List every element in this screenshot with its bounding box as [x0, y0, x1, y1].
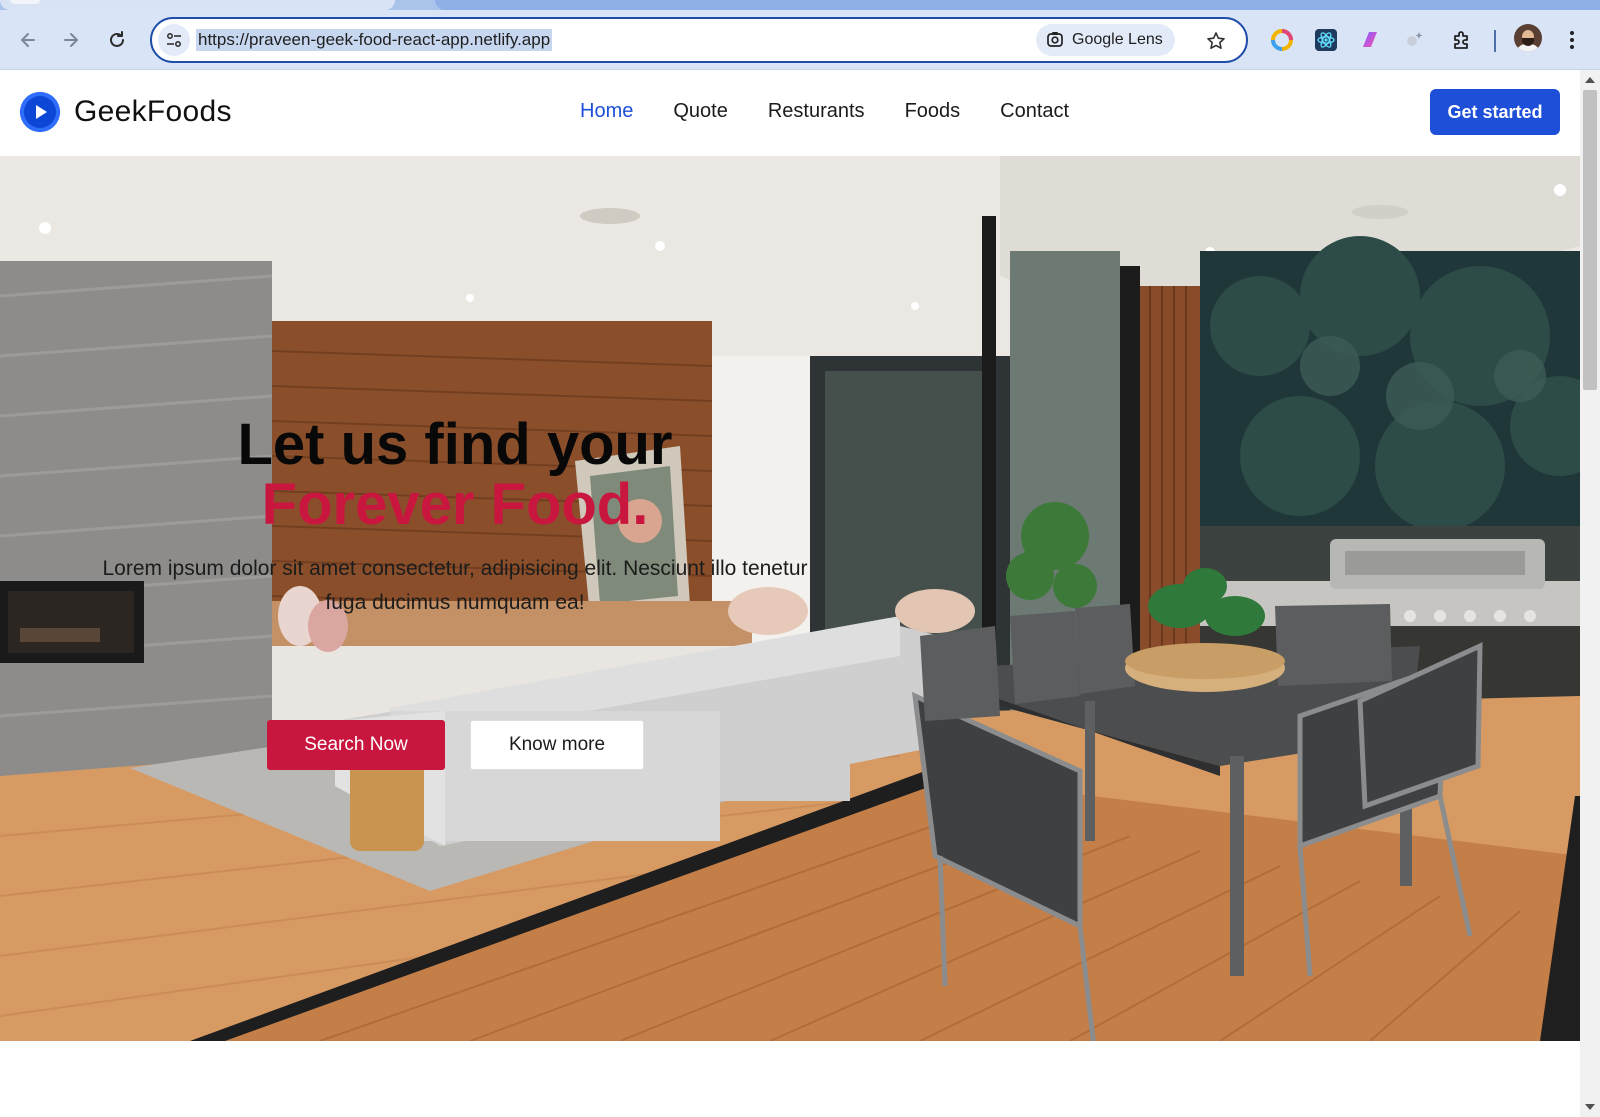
reload-button[interactable] — [101, 24, 133, 56]
know-more-button[interactable]: Know more — [470, 720, 644, 770]
back-arrow-icon — [21, 33, 35, 47]
sparkle-extension[interactable] — [1400, 26, 1428, 54]
back-button[interactable] — [12, 24, 44, 56]
react-devtools-icon — [1315, 29, 1337, 51]
profile-avatar[interactable] — [1514, 24, 1542, 52]
tab-strip — [0, 0, 1600, 10]
url-text[interactable]: https://praveen-geek-food-react-app.netl… — [196, 29, 553, 51]
hero-content: Let us find your Forever Food. Lorem ips… — [0, 156, 920, 1041]
lens-icon — [1047, 32, 1063, 47]
tab-active[interactable] — [435, 0, 1600, 10]
google-lens-label: Google Lens — [1072, 31, 1163, 48]
forward-arrow-icon — [64, 33, 78, 47]
hero-title-line1: Let us find your — [237, 412, 673, 477]
reload-icon — [110, 31, 124, 47]
search-now-button[interactable]: Search Now — [267, 720, 445, 770]
kebab-menu-icon — [1570, 31, 1574, 49]
scroll-up-arrow-icon[interactable] — [1585, 77, 1595, 83]
browser-menu-button[interactable] — [1558, 26, 1586, 54]
react-devtools-extension[interactable] — [1312, 26, 1340, 54]
tab-indicator — [10, 0, 40, 4]
hero-lead-text: Lorem ipsum dolor sit amet consectetur, … — [102, 557, 808, 614]
address-bar[interactable]: https://praveen-geek-food-react-app.netl… — [150, 17, 1248, 63]
tune-icon — [166, 32, 182, 48]
star-icon — [1207, 32, 1225, 49]
hero-section: Let us find your Forever Food. Lorem ips… — [0, 156, 1580, 1041]
hero-title-line2: Forever Food. — [261, 472, 649, 537]
color-wheel-icon — [1271, 29, 1293, 51]
google-lens-button[interactable]: Google Lens — [1036, 24, 1175, 56]
extensions-menu-button[interactable] — [1448, 26, 1476, 54]
page-viewport: GeekFoods Home Quote Resturants Foods Co… — [0, 70, 1580, 1117]
gradient-extension[interactable] — [1356, 26, 1384, 54]
brand-name: GeekFoods — [74, 95, 232, 128]
play-logo-icon — [20, 92, 60, 132]
puzzle-icon — [1454, 31, 1468, 49]
bookmark-button[interactable] — [1202, 27, 1230, 55]
site-header: GeekFoods Home Quote Resturants Foods Co… — [0, 70, 1580, 156]
nav-home[interactable]: Home — [580, 100, 633, 123]
nav-restaurants[interactable]: Resturants — [768, 100, 865, 123]
brand-logo[interactable]: GeekFoods — [20, 92, 232, 132]
main-nav: Home Quote Resturants Foods Contact — [580, 100, 1069, 123]
sparkle-extension-icon — [1407, 32, 1423, 46]
site-info-button[interactable] — [158, 24, 190, 56]
browser-toolbar: https://praveen-geek-food-react-app.netl… — [0, 10, 1600, 70]
forward-button[interactable] — [55, 24, 87, 56]
color-wheel-extension[interactable] — [1268, 26, 1296, 54]
toolbar-separator — [1494, 30, 1496, 52]
scrollbar-thumb[interactable] — [1583, 90, 1597, 390]
nav-contact[interactable]: Contact — [1000, 100, 1069, 123]
get-started-button[interactable]: Get started — [1430, 89, 1560, 135]
page-scrollbar[interactable] — [1580, 70, 1600, 1117]
tab-inactive[interactable] — [0, 0, 395, 10]
scroll-down-arrow-icon[interactable] — [1585, 1104, 1595, 1110]
nav-foods[interactable]: Foods — [905, 100, 961, 123]
nav-quote[interactable]: Quote — [673, 100, 727, 123]
gradient-extension-icon — [1363, 32, 1377, 47]
